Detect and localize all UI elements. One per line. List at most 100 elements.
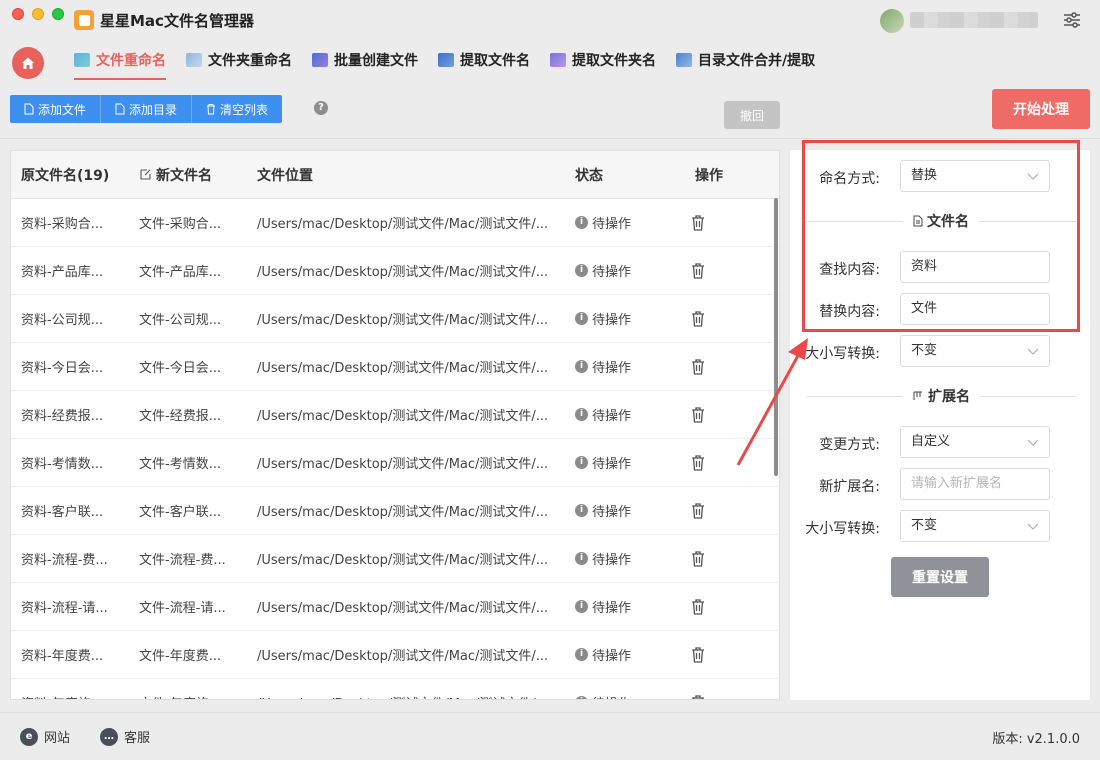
zoom-window-button[interactable]: [52, 8, 64, 20]
extension-case-select[interactable]: 不变: [900, 510, 1050, 542]
trash-icon[interactable]: [690, 310, 706, 328]
tab-rename-folder[interactable]: 文件夹重命名: [176, 40, 302, 80]
new-filename-cell: 文件-客户联...: [139, 505, 222, 520]
new-filename-cell: 文件-公司规...: [139, 313, 222, 328]
table-row[interactable]: 资料-流程-费... 文件-流程-费... /Users/mac/Desktop/测…: [11, 535, 779, 583]
new-filename-cell: 文件-经费报...: [139, 409, 222, 424]
table-scrollbar[interactable]: [774, 198, 778, 476]
trash-icon[interactable]: [690, 262, 706, 280]
minimize-window-button[interactable]: [32, 8, 44, 20]
settings-sliders-icon[interactable]: [1062, 10, 1082, 30]
replace-input[interactable]: 文件: [900, 293, 1050, 325]
trash-icon[interactable]: [690, 214, 706, 232]
user-avatar[interactable]: [880, 9, 904, 33]
table-header: 原文件名(19) 新文件名 文件位置 状态 操作: [11, 151, 779, 199]
clear-list-button[interactable]: 清空列表: [192, 95, 283, 123]
tab-extract-filename[interactable]: 提取文件名: [428, 40, 540, 80]
new-filename-cell: 文件-今日会...: [139, 361, 222, 376]
action-cell: [692, 262, 775, 280]
status-label: 待操作: [592, 505, 632, 520]
replace-row: 替换内容: 文件: [790, 293, 1090, 325]
table-row[interactable]: 资料-今日会... 文件-今日会... /Users/mac/Desktop/测试文…: [11, 343, 779, 391]
support-link[interactable]: … 客服: [100, 727, 150, 746]
trash-icon[interactable]: [690, 502, 706, 520]
status-label: 待操作: [592, 457, 632, 472]
table-row[interactable]: 资料-考情数... 文件-考情数... /Users/mac/Desktop/测试文…: [11, 439, 779, 487]
tab-merge-extract[interactable]: 目录文件合并/提取: [666, 40, 825, 80]
tab-label: 目录文件合并/提取: [698, 53, 816, 69]
original-filename-cell: 资料-经费报...: [21, 409, 104, 424]
trash-icon[interactable]: [690, 358, 706, 376]
trash-icon[interactable]: [690, 406, 706, 424]
table-row[interactable]: 资料-公司规... 文件-公司规... /Users/mac/Desktop/测试文…: [11, 295, 779, 343]
file-location-cell: /Users/mac/Desktop/测试文件/Mac/测试文件/...: [257, 505, 549, 520]
table-row[interactable]: 资料-采购合... 文件-采购合... /Users/mac/Desktop/测试文…: [11, 199, 779, 247]
tab-batch-create[interactable]: 批量创建文件: [302, 40, 428, 80]
extension-section: 扩展名: [806, 386, 1076, 406]
file-location-cell: /Users/mac/Desktop/测试文件/Mac/测试文件/...: [257, 553, 549, 568]
chevron-down-icon: [1027, 348, 1039, 355]
table-row[interactable]: 资料-经费报... 文件-经费报... /Users/mac/Desktop/测试文…: [11, 391, 779, 439]
find-input[interactable]: 资料: [900, 251, 1050, 283]
original-filename-cell: 资料-流程-请...: [21, 601, 108, 616]
table-row[interactable]: 资料-客户联... 文件-客户联... /Users/mac/Desktop/测试文…: [11, 487, 779, 535]
trash-icon[interactable]: [690, 646, 706, 664]
status-cell: i 待操作: [575, 453, 695, 472]
website-link[interactable]: e 网站: [20, 727, 70, 746]
header-original-name[interactable]: 原文件名(19): [11, 165, 139, 185]
filename-case-select[interactable]: 不变: [900, 335, 1050, 367]
status-cell: i 待操作: [575, 693, 695, 699]
undo-button[interactable]: 撤回: [724, 101, 780, 129]
new-filename-cell: 文件-考情数...: [139, 457, 222, 472]
home-button[interactable]: [12, 47, 44, 79]
user-name-blurred: [910, 12, 1038, 28]
info-icon: i: [575, 360, 588, 373]
new-extension-row: 新扩展名: 请输入新扩展名: [790, 468, 1090, 500]
header-location[interactable]: 文件位置: [257, 165, 575, 185]
tab-extract-foldername[interactable]: 提取文件夹名: [540, 40, 666, 80]
chevron-down-icon: [1027, 523, 1039, 530]
close-window-button[interactable]: [12, 8, 24, 20]
new-extension-input[interactable]: 请输入新扩展名: [900, 468, 1050, 500]
original-filename-cell: 资料-公司规...: [21, 313, 104, 328]
table-row[interactable]: 资料-年度费... 文件-年度费... /Users/mac/Desktop/测试文…: [11, 631, 779, 679]
new-filename-cell: 文件-年度费...: [139, 649, 222, 664]
add-directory-label: 添加目录: [129, 102, 178, 117]
header-new-name[interactable]: 新文件名: [139, 165, 257, 185]
original-filename-cell: 资料-年度费...: [21, 649, 104, 664]
naming-method-select[interactable]: 替换: [900, 160, 1050, 192]
add-directory-button[interactable]: 添加目录: [101, 95, 193, 123]
extension-case-row: 大小写转换: 不变: [790, 510, 1090, 542]
find-row: 查找内容: 资料: [790, 251, 1090, 283]
start-processing-button[interactable]: 开始处理: [992, 89, 1090, 129]
status-cell: i 待操作: [575, 309, 695, 328]
header-status[interactable]: 状态: [575, 165, 695, 185]
tab-rename-file[interactable]: 文件重命名: [64, 40, 176, 80]
reset-settings-button[interactable]: 重置设置: [891, 557, 989, 597]
add-file-button[interactable]: 添加文件: [10, 95, 102, 123]
document-icon: [913, 215, 923, 227]
table-row[interactable]: 资料-流程-请... 文件-流程-请... /Users/mac/Desktop/测…: [11, 583, 779, 631]
tab-label: 批量创建文件: [334, 53, 418, 69]
trash-icon[interactable]: [690, 454, 706, 472]
replace-label: 替换内容:: [819, 304, 880, 320]
action-cell: [692, 214, 775, 232]
info-icon: i: [575, 312, 588, 325]
tab-label: 提取文件夹名: [572, 53, 656, 69]
table-row[interactable]: 资料-年度旅...文件-年度旅.../Users/mac/Desktop/测试文…: [11, 679, 779, 701]
change-method-select[interactable]: 自定义: [900, 426, 1050, 458]
table-row[interactable]: 资料-产品库... 文件-产品库... /Users/mac/Desktop/测试文…: [11, 247, 779, 295]
trash-icon[interactable]: [690, 598, 706, 616]
info-icon: i: [575, 456, 588, 469]
naming-method-value: 替换: [911, 168, 938, 183]
toolbar-divider: [0, 138, 1100, 139]
trash-icon[interactable]: [690, 694, 706, 701]
filename-case-row: 大小写转换: 不变: [790, 335, 1090, 367]
status-cell: i 待操作: [575, 549, 695, 568]
help-icon[interactable]: ?: [314, 101, 328, 115]
new-filename-cell: 文件-流程-费...: [139, 553, 226, 568]
trash-icon[interactable]: [690, 550, 706, 568]
new-filename-cell: 文件-年度旅...: [139, 693, 257, 699]
file-location-cell: /Users/mac/Desktop/测试文件/Mac/测试文件/...: [257, 649, 549, 664]
status-label: 待操作: [592, 265, 632, 280]
